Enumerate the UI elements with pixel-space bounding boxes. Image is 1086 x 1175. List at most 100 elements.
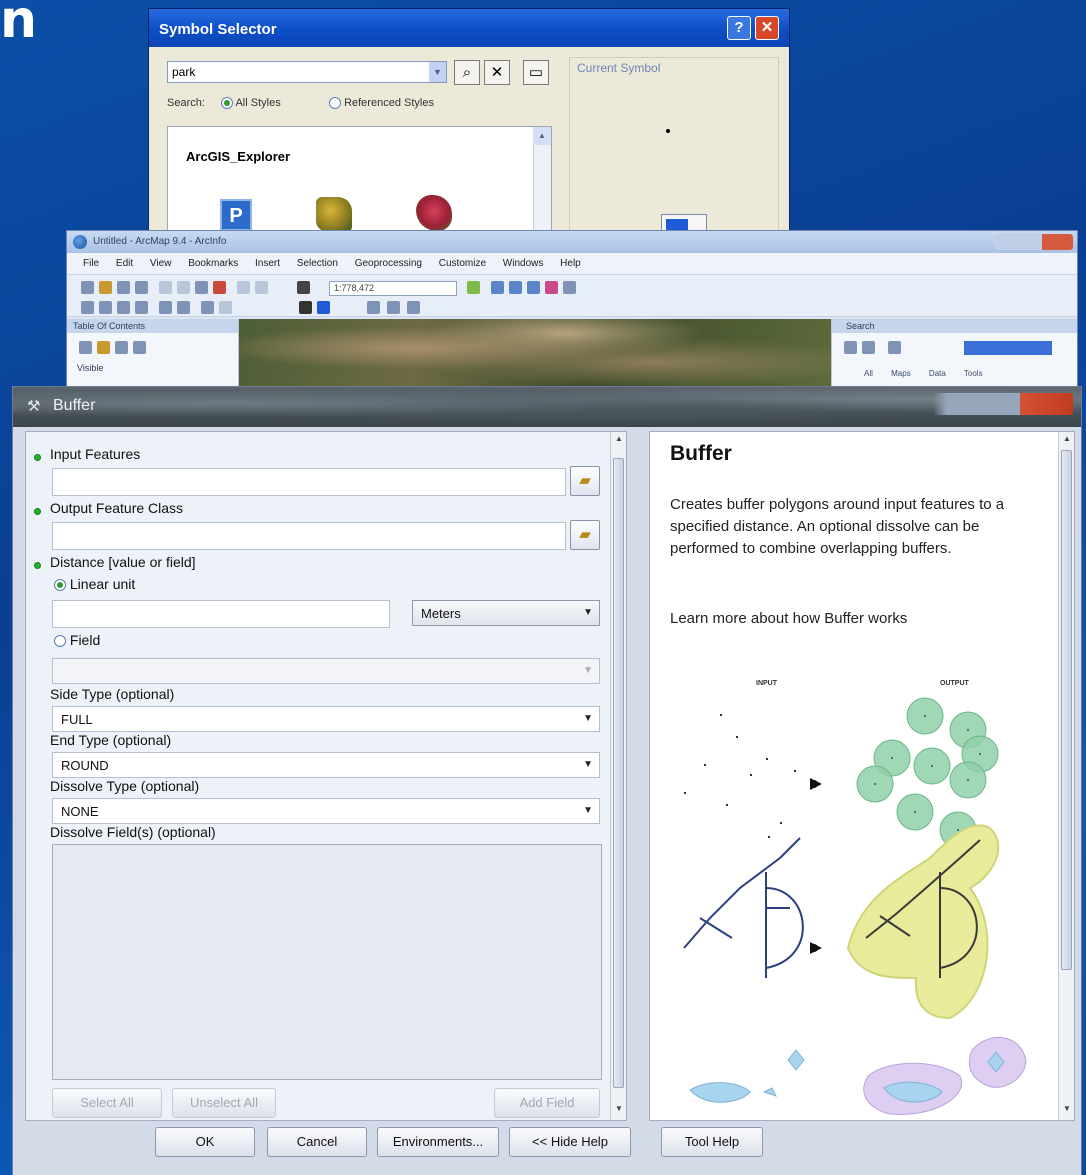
- delete-icon[interactable]: [213, 281, 226, 294]
- hide-help-button[interactable]: << Hide Help: [509, 1127, 631, 1157]
- help-scrollbar[interactable]: ▲ ▼: [1058, 432, 1074, 1120]
- tool-help-button[interactable]: Tool Help: [661, 1127, 763, 1157]
- radio-linear-unit[interactable]: Linear unit: [54, 576, 135, 592]
- radio-button-icon[interactable]: [54, 579, 66, 592]
- menu-bookmarks[interactable]: Bookmarks: [188, 258, 238, 269]
- table-icon[interactable]: [491, 281, 504, 294]
- learn-more-link[interactable]: Learn more about how Buffer works: [670, 610, 907, 627]
- input-features-field[interactable]: [52, 468, 566, 496]
- arctoolbox-icon[interactable]: [545, 281, 558, 294]
- forward-icon[interactable]: [219, 301, 232, 314]
- new-document-icon[interactable]: [81, 281, 94, 294]
- arcmap-titlebar[interactable]: Untitled - ArcMap 9.4 - ArcInfo: [67, 231, 1077, 253]
- environments-button[interactable]: Environments...: [377, 1127, 499, 1157]
- unselect-all-button[interactable]: Unselect All: [172, 1088, 276, 1118]
- full-extent-icon[interactable]: [135, 301, 148, 314]
- search-panel-input[interactable]: [964, 341, 1052, 355]
- field-dropdown[interactable]: ▼: [52, 658, 600, 684]
- parking-symbol-icon[interactable]: P: [220, 199, 252, 231]
- map-scale-input[interactable]: 1:778,472: [329, 281, 457, 296]
- tab-tools[interactable]: Tools: [964, 369, 983, 378]
- side-type-dropdown[interactable]: FULL ▼: [52, 706, 600, 732]
- map-view[interactable]: [239, 319, 831, 389]
- toc-layer-item[interactable]: Visible: [77, 363, 103, 373]
- scrollbar-thumb[interactable]: [1061, 450, 1072, 970]
- add-data-icon[interactable]: [297, 281, 310, 294]
- radio-button-icon[interactable]: [329, 97, 341, 110]
- cut-icon[interactable]: [159, 281, 172, 294]
- window-controls[interactable]: [933, 393, 1073, 415]
- chevron-down-icon[interactable]: ▼: [429, 62, 446, 82]
- radio-all-styles[interactable]: All Styles: [221, 97, 281, 110]
- radio-referenced-styles[interactable]: Referenced Styles: [329, 97, 434, 110]
- paste-icon[interactable]: [195, 281, 208, 294]
- back-icon[interactable]: [844, 341, 857, 354]
- close-icon[interactable]: ✕: [755, 16, 779, 40]
- menu-geoprocessing[interactable]: Geoprocessing: [355, 258, 422, 269]
- radio-button-icon[interactable]: [221, 97, 233, 110]
- cancel-button[interactable]: Cancel: [267, 1127, 367, 1157]
- view-options-icon[interactable]: ▭: [523, 60, 549, 85]
- menu-file[interactable]: File: [83, 258, 99, 269]
- menu-view[interactable]: View: [150, 258, 172, 269]
- radio-button-icon[interactable]: [54, 635, 66, 648]
- buffer-titlebar[interactable]: ⚒ Buffer: [13, 387, 1081, 427]
- print-icon[interactable]: [135, 281, 148, 294]
- identify-icon[interactable]: [317, 301, 330, 314]
- scrollbar-thumb[interactable]: [613, 458, 624, 1088]
- units-dropdown[interactable]: Meters ▼: [412, 600, 600, 626]
- park-symbol-icon[interactable]: [316, 197, 352, 231]
- list-by-visibility-icon[interactable]: [115, 341, 128, 354]
- scroll-up-icon[interactable]: ▲: [611, 434, 627, 448]
- list-by-source-icon[interactable]: [97, 341, 110, 354]
- symbol-list-scrollbar[interactable]: ▲: [533, 127, 551, 232]
- ok-button[interactable]: OK: [155, 1127, 255, 1157]
- select-elements-icon[interactable]: [299, 301, 312, 314]
- menu-customize[interactable]: Customize: [439, 258, 486, 269]
- save-icon[interactable]: [117, 281, 130, 294]
- search-window-icon[interactable]: [527, 281, 540, 294]
- list-by-selection-icon[interactable]: [133, 341, 146, 354]
- radio-field[interactable]: Field: [54, 632, 100, 648]
- symbol-search-input[interactable]: park: [167, 61, 447, 83]
- menu-help[interactable]: Help: [560, 258, 581, 269]
- forward-icon[interactable]: [862, 341, 875, 354]
- window-controls[interactable]: [995, 234, 1073, 250]
- help-icon[interactable]: ?: [727, 16, 751, 40]
- python-icon[interactable]: [563, 281, 576, 294]
- zoom-out-icon[interactable]: [99, 301, 112, 314]
- linear-unit-value-field[interactable]: [52, 600, 390, 628]
- browse-folder-icon[interactable]: ▰: [570, 466, 600, 496]
- undo-icon[interactable]: [237, 281, 250, 294]
- select-all-button[interactable]: Select All: [52, 1088, 162, 1118]
- flower-symbol-icon[interactable]: [416, 195, 452, 231]
- tab-data[interactable]: Data: [929, 369, 946, 378]
- fixed-zoom-out-icon[interactable]: [177, 301, 190, 314]
- fixed-zoom-icon[interactable]: [159, 301, 172, 314]
- scroll-down-icon[interactable]: ▼: [1059, 1104, 1074, 1118]
- dissolve-type-dropdown[interactable]: NONE ▼: [52, 798, 600, 824]
- hyperlink-icon[interactable]: [407, 301, 420, 314]
- list-by-drawing-order-icon[interactable]: [79, 341, 92, 354]
- dissolve-fields-list[interactable]: [52, 844, 602, 1080]
- parameters-scrollbar[interactable]: ▲ ▼: [610, 432, 626, 1120]
- redo-icon[interactable]: [255, 281, 268, 294]
- menu-selection[interactable]: Selection: [297, 258, 338, 269]
- catalog-icon[interactable]: [509, 281, 522, 294]
- editor-icon[interactable]: [467, 281, 480, 294]
- copy-icon[interactable]: [177, 281, 190, 294]
- clear-icon[interactable]: ✕: [484, 60, 510, 85]
- scroll-up-icon[interactable]: ▲: [533, 127, 551, 145]
- zoom-in-icon[interactable]: [81, 301, 94, 314]
- symbol-list[interactable]: ArcGIS_Explorer P ▲: [167, 126, 552, 232]
- search-options-icon[interactable]: [888, 341, 901, 354]
- browse-folder-icon[interactable]: ▰: [570, 520, 600, 550]
- menu-windows[interactable]: Windows: [503, 258, 544, 269]
- pan-icon[interactable]: [117, 301, 130, 314]
- tab-all[interactable]: All: [864, 369, 873, 378]
- open-icon[interactable]: [99, 281, 112, 294]
- menu-insert[interactable]: Insert: [255, 258, 280, 269]
- scroll-up-icon[interactable]: ▲: [1059, 434, 1074, 448]
- tab-maps[interactable]: Maps: [891, 369, 911, 378]
- output-feature-class-field[interactable]: [52, 522, 566, 550]
